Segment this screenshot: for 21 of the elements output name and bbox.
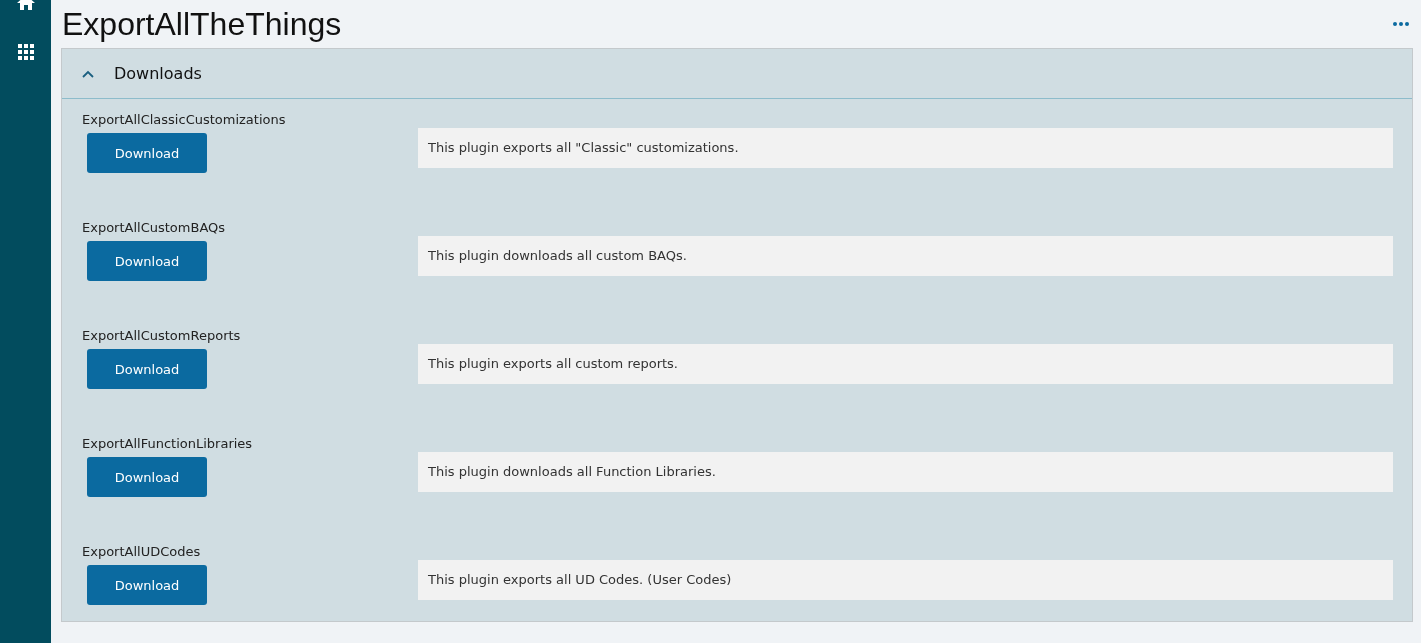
plugin-description: This plugin downloads all custom BAQs. <box>418 236 1393 276</box>
download-button[interactable]: Download <box>87 457 207 497</box>
plugin-name: ExportAllCustomBAQs <box>82 219 227 237</box>
plugin-name: ExportAllFunctionLibraries <box>82 435 254 453</box>
plugin-description: This plugin exports all UD Codes. (User Codes) <box>418 560 1393 600</box>
panel-title: Downloads <box>114 64 202 83</box>
plugin-description: This plugin exports all "Classic" customizations. <box>418 128 1393 168</box>
plugin-name: ExportAllCustomReports <box>82 327 242 345</box>
download-button[interactable]: Download <box>87 349 207 389</box>
plugin-description: This plugin exports all custom reports. <box>418 344 1393 384</box>
home-icon[interactable] <box>16 0 35 12</box>
more-icon[interactable] <box>1393 22 1409 26</box>
chevron-icon[interactable] <box>82 69 94 78</box>
download-button[interactable]: Download <box>87 565 207 605</box>
plugin-description: This plugin downloads all Function Libraries. <box>418 452 1393 492</box>
page-title: ExportAllTheThings <box>61 5 342 43</box>
download-button[interactable]: Download <box>87 133 207 173</box>
apps-grid-icon[interactable] <box>18 44 34 60</box>
download-button[interactable]: Download <box>87 241 207 281</box>
plugin-name: ExportAllUDCodes <box>82 543 202 561</box>
plugin-name: ExportAllClassicCustomizations <box>82 111 287 129</box>
